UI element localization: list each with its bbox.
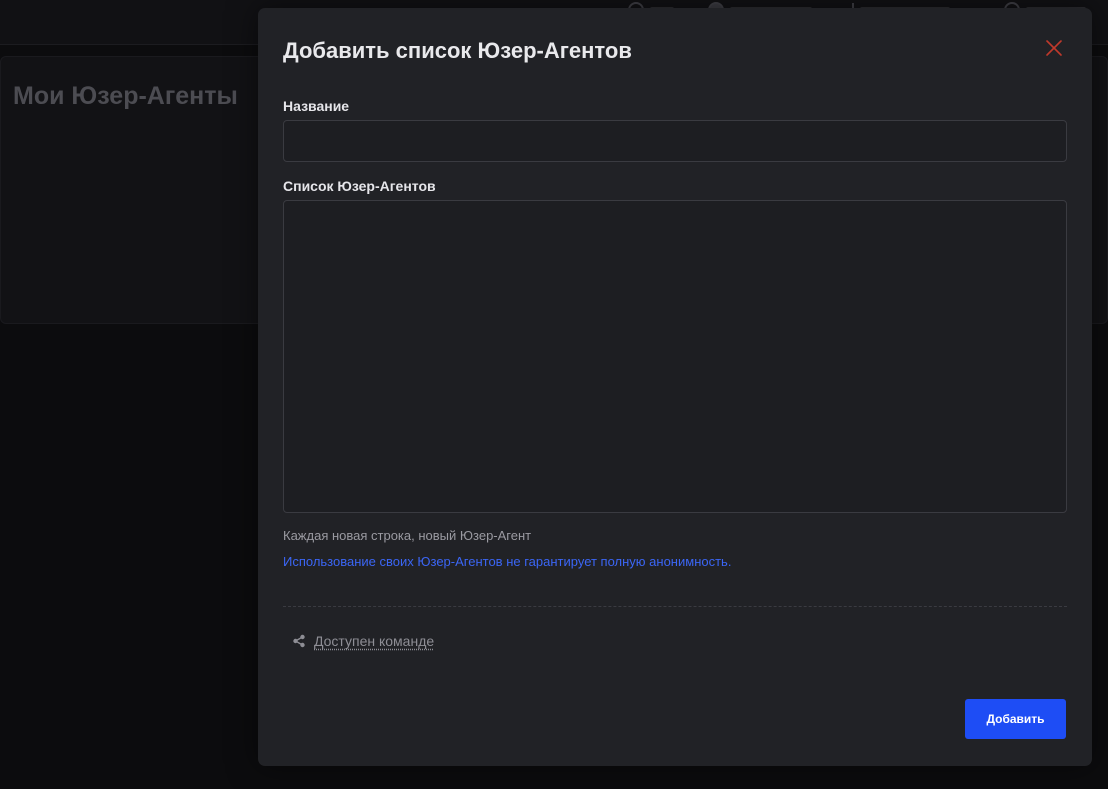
close-icon [1046,40,1062,56]
name-input[interactable] [283,120,1067,162]
team-share-toggle[interactable]: Доступен команде [292,633,434,649]
modal-title: Добавить список Юзер-Агентов [283,38,632,63]
add-button[interactable]: Добавить [965,699,1066,739]
page-title: Мои Юзер-Агенты [13,82,238,110]
divider [283,606,1067,607]
share-icon [293,634,305,648]
hint-text: Каждая новая строка, новый Юзер-Агент [283,528,532,543]
name-field-label: Название [283,98,350,114]
team-share-label: Доступен команде [314,633,435,649]
add-user-agents-modal: Добавить список Юзер-Агентов Название Сп… [258,8,1092,766]
anonymity-warning-link[interactable]: Использование своих Юзер-Агентов не гара… [283,554,731,569]
user-agents-textarea[interactable] [283,200,1067,513]
close-button[interactable] [1044,38,1064,58]
ua-list-label: Список Юзер-Агентов [283,178,436,194]
